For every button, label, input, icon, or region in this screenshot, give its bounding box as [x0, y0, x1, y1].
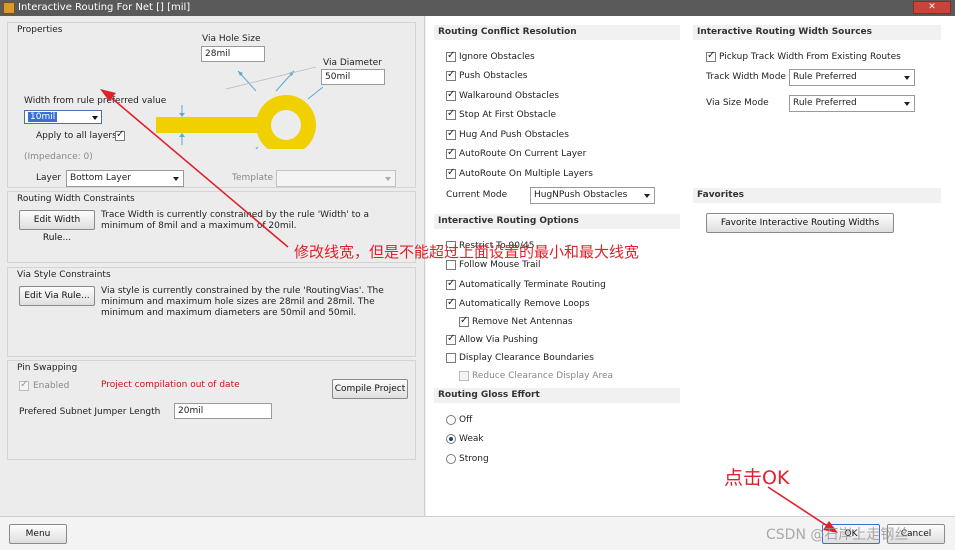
- watermark: CSDN @石岸上走钢丝: [766, 527, 909, 543]
- annotation-arrows: [100, 89, 838, 533]
- ok-annotation-note: 点击OK: [724, 467, 790, 489]
- width-annotation-note: 修改线宽，但是不能超过上面设置的最小和最大线宽: [294, 243, 640, 261]
